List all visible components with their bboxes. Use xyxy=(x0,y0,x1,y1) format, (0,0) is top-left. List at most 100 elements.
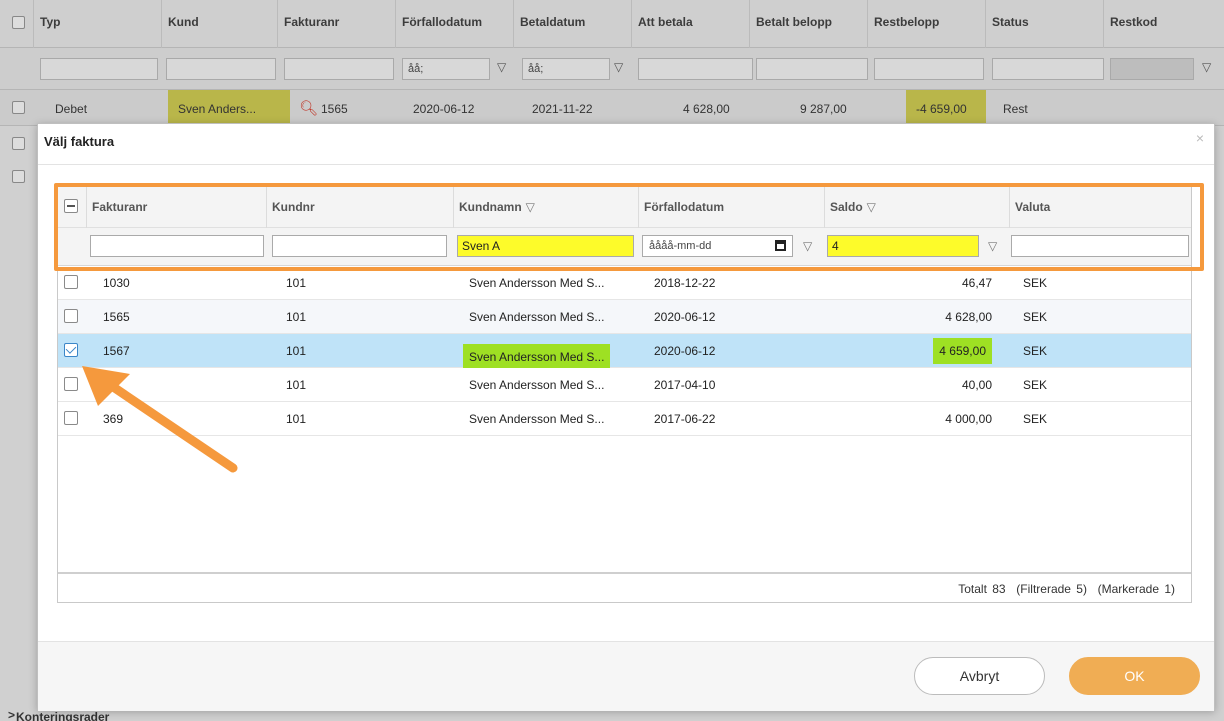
bg-konteringsrader-label[interactable]: > Konteringsrader xyxy=(8,708,109,721)
cell-saldo: 4 000,00 xyxy=(945,412,992,426)
col-saldo[interactable]: Saldo ▽ xyxy=(824,185,1009,228)
table-row[interactable]: 1030 101 Sven Andersson Med S... 2018-12… xyxy=(58,266,1191,300)
bg-filter-betalt-belopp[interactable] xyxy=(756,58,868,80)
table-row[interactable]: 369 101 Sven Andersson Med S... 2017-06-… xyxy=(58,402,1191,436)
cell-kundnr: 101 xyxy=(286,310,307,324)
bg-col-status[interactable]: Status xyxy=(985,0,1103,48)
cell-kundnamn: Sven Andersson Med S... xyxy=(469,276,605,290)
filter-saldo-input[interactable] xyxy=(827,235,979,257)
bg-col-forfallodatum[interactable]: Förfallodatum xyxy=(395,0,513,48)
col-kundnamn[interactable]: Kundnamn ▽ xyxy=(453,185,638,228)
bg-col-kund[interactable]: Kund xyxy=(161,0,277,48)
bg-col-typ[interactable]: Typ xyxy=(33,0,161,48)
background-table-row[interactable]: Debet Sven Anders... 🔍︎ 1565 2020-06-12 … xyxy=(0,90,1224,126)
bg-col-fakturanr[interactable]: Fakturanr xyxy=(277,0,395,48)
bg-row-status: Rest xyxy=(1003,102,1028,116)
close-icon[interactable]: × xyxy=(1196,130,1204,146)
col-kundnr[interactable]: Kundnr xyxy=(266,185,453,228)
row-checkbox[interactable] xyxy=(64,411,78,425)
funnel-icon[interactable]: ▽ xyxy=(497,60,506,74)
funnel-icon[interactable]: ▽ xyxy=(803,239,812,253)
bg-row-att-betala: 4 628,00 xyxy=(683,102,730,116)
col-forfallodatum-label: Förfallodatum xyxy=(644,200,724,214)
bg-filter-forfallodatum-value: åå; xyxy=(408,63,424,75)
col-forfallodatum[interactable]: Förfallodatum xyxy=(638,185,824,228)
bg-filter-restbelopp[interactable] xyxy=(874,58,984,80)
funnel-icon[interactable]: ▽ xyxy=(867,200,876,214)
magnifier-icon[interactable]: 🔍︎ xyxy=(299,90,318,126)
bg-row-betalt-belopp: 9 287,00 xyxy=(800,102,847,116)
col-fakturanr-label: Fakturanr xyxy=(92,200,148,214)
bg-row-kund: Sven Anders... xyxy=(168,90,290,126)
cell-kundnr: 101 xyxy=(286,344,307,358)
filter-kundnr-input[interactable] xyxy=(272,235,447,257)
cell-fakturanr: 1567 xyxy=(103,344,130,358)
bg-row-checkbox[interactable] xyxy=(12,170,25,183)
bg-col-att-betala[interactable]: Att betala xyxy=(631,0,749,48)
filtered-count: (Filtrerade 5) xyxy=(1016,582,1087,596)
cell-fakturanr: 1565 xyxy=(103,310,130,324)
bg-filter-betaldatum[interactable]: åå; xyxy=(522,58,610,80)
bg-row-restbelopp: -4 659,00 xyxy=(906,90,986,126)
table-row[interactable]: 1565 101 Sven Andersson Med S... 2020-06… xyxy=(58,300,1191,334)
col-valuta-label: Valuta xyxy=(1015,200,1051,214)
background-select-all-checkbox[interactable] xyxy=(12,16,25,29)
filter-valuta-input[interactable] xyxy=(1011,235,1189,257)
cell-kundnr: 101 xyxy=(286,276,307,290)
table-row[interactable]: 101 Sven Andersson Med S... 2017-04-10 4… xyxy=(58,368,1191,402)
cell-saldo: 40,00 xyxy=(961,378,992,392)
bg-row-checkbox[interactable] xyxy=(12,101,25,114)
bg-filter-status[interactable] xyxy=(992,58,1104,80)
divider xyxy=(38,164,1214,165)
table-row-selected[interactable]: 1567 101 Sven Andersson Med S... 2020-06… xyxy=(58,334,1191,370)
cell-fakturanr: 1030 xyxy=(103,276,130,290)
bg-filter-att-betala[interactable] xyxy=(638,58,753,80)
funnel-icon[interactable]: ▽ xyxy=(1202,60,1211,74)
bg-col-restbelopp[interactable]: Restbelopp xyxy=(867,0,985,48)
funnel-icon[interactable]: ▽ xyxy=(988,239,997,253)
cell-forfallodatum: 2017-04-10 xyxy=(654,378,716,392)
col-fakturanr[interactable]: Fakturanr xyxy=(86,185,266,228)
col-kundnamn-label: Kundnamn xyxy=(459,200,522,214)
invoice-grid: Fakturanr Kundnr Kundnamn ▽ Förfallodatum… xyxy=(57,184,1192,603)
cell-kundnamn: Sven Andersson Med S... xyxy=(463,344,611,370)
calendar-icon[interactable] xyxy=(775,240,786,251)
bg-col-betaldatum[interactable]: Betaldatum xyxy=(513,0,631,48)
bg-filter-typ[interactable] xyxy=(40,58,158,80)
cell-kundnamn: Sven Andersson Med S... xyxy=(469,310,605,324)
filter-fakturanr-input[interactable] xyxy=(90,235,264,257)
cell-forfallodatum: 2020-06-12 xyxy=(654,310,716,324)
background-filter-row: åå; ▽ åå; ▽ ▽ xyxy=(0,48,1224,90)
bg-col-betalt-belopp[interactable]: Betalt belopp xyxy=(749,0,867,48)
select-invoice-dialog: Välj faktura × Fakturanr Kundnr Kundnamn… xyxy=(37,123,1215,711)
filter-kundnamn-input[interactable] xyxy=(457,235,634,257)
row-checkbox[interactable] xyxy=(64,377,78,391)
cell-valuta: SEK xyxy=(1023,310,1048,324)
cell-saldo: 4 659,00 xyxy=(933,338,992,364)
ok-button[interactable]: OK xyxy=(1069,657,1200,695)
cell-forfallodatum: 2020-06-12 xyxy=(654,344,716,358)
cell-valuta: SEK xyxy=(1023,378,1048,392)
cell-valuta: SEK xyxy=(1023,276,1048,290)
col-valuta[interactable]: Valuta xyxy=(1009,185,1191,228)
date-placeholder: åååå-mm-dd xyxy=(649,240,712,252)
bg-konteringsrader-text: Konteringsrader xyxy=(16,710,110,721)
cell-valuta: SEK xyxy=(1023,344,1048,358)
bg-filter-restkod[interactable] xyxy=(1110,58,1194,80)
row-checkbox[interactable] xyxy=(64,309,78,323)
bg-row-checkbox[interactable] xyxy=(12,137,25,150)
cell-saldo: 46,47 xyxy=(961,276,992,290)
funnel-icon[interactable]: ▽ xyxy=(614,60,623,74)
bg-filter-fakturanr[interactable] xyxy=(284,58,394,80)
bg-filter-forfallodatum[interactable]: åå; xyxy=(402,58,490,80)
bg-col-restkod[interactable]: Restkod xyxy=(1103,0,1224,48)
cell-valuta: SEK xyxy=(1023,412,1048,426)
funnel-icon[interactable]: ▽ xyxy=(526,200,535,214)
bg-filter-kund[interactable] xyxy=(166,58,276,80)
cancel-button[interactable]: Avbryt xyxy=(914,657,1045,695)
cell-fakturanr: 369 xyxy=(103,412,124,426)
row-checkbox[interactable] xyxy=(64,275,78,289)
select-all-checkbox[interactable] xyxy=(64,199,78,213)
filter-forfallodatum-input[interactable]: åååå-mm-dd xyxy=(642,235,793,257)
row-checkbox-checked[interactable] xyxy=(64,343,78,357)
